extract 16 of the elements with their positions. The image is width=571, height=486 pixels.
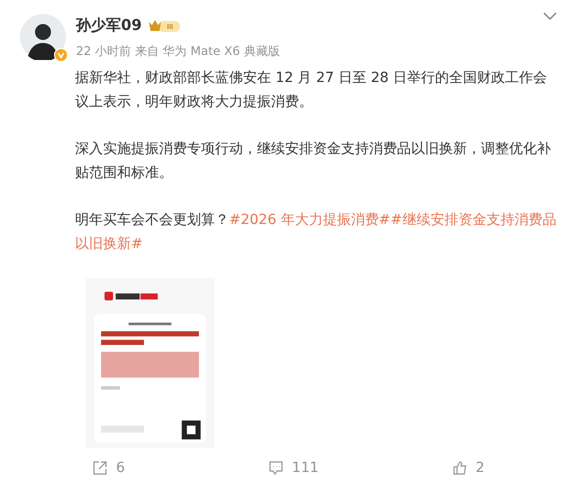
post-meta: 22 小时前 来自 华为 Mate X6 典藏版 <box>76 43 280 60</box>
verified-icon <box>54 48 68 62</box>
post-text: 明年买车会不会更划算？#2026 年大力提振消费##继续安排资金支持消费品以旧换新# <box>75 211 557 254</box>
crown-badge-icon <box>148 18 182 34</box>
post-text: 据新华社，财政部部长蓝佛安在 12 月 27 日至 28 日举行的全国财政工作会议上表示，明年财政将大力提振消费。 <box>75 69 548 112</box>
thumbs-up-icon <box>452 460 468 476</box>
share-icon <box>92 460 108 476</box>
chevron-down-icon[interactable] <box>543 12 557 21</box>
post-text: 深入实施提振消费专项行动，继续安排资金支持消费品以旧换新，调整优化补贴范围和标准。 <box>75 140 552 183</box>
hashtag-link[interactable]: #2026 年大力提振消费# <box>229 212 391 228</box>
avatar[interactable] <box>20 14 66 60</box>
like-button[interactable]: 2 <box>452 460 485 476</box>
comment-icon <box>268 460 284 476</box>
author-name[interactable]: 孙少军09 <box>76 16 142 35</box>
comment-button[interactable]: 111 <box>268 460 319 476</box>
share-button[interactable]: 6 <box>92 460 125 476</box>
